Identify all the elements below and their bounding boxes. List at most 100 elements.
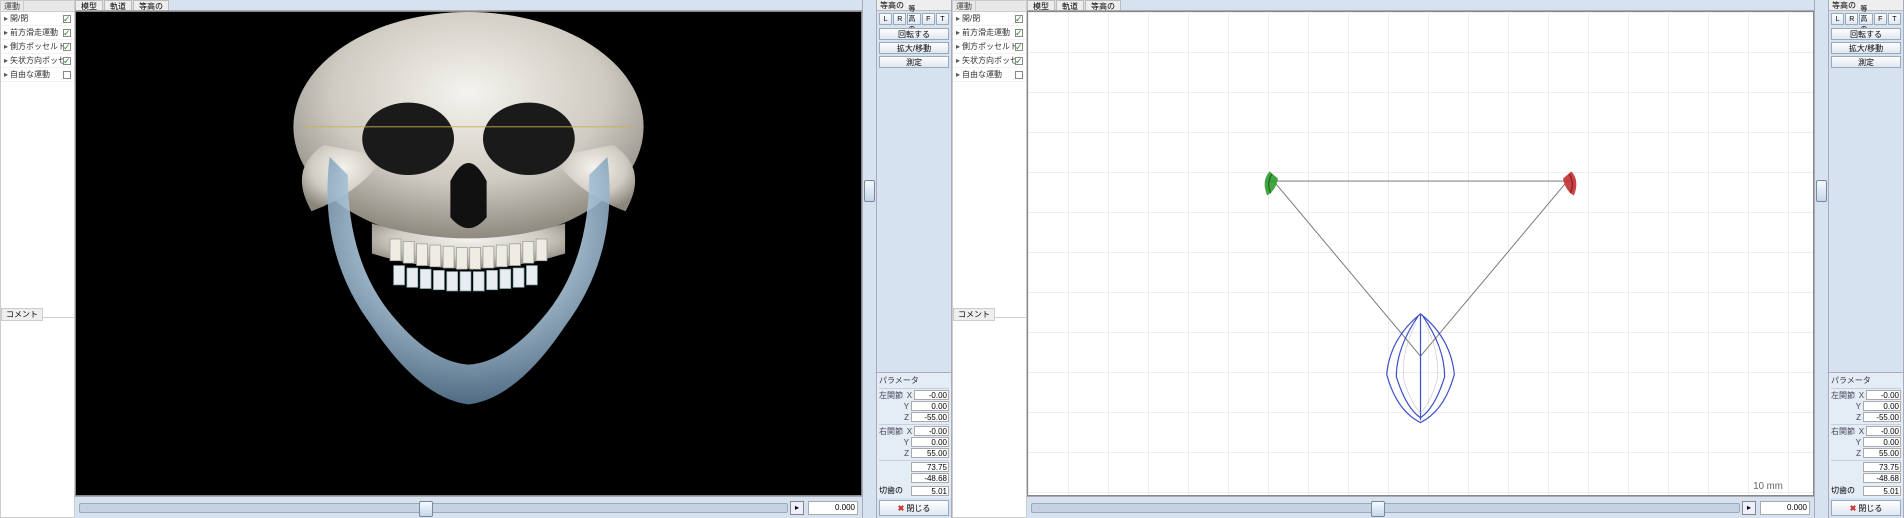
view-iso-button[interactable]: 等高の [1859,13,1872,25]
play-button[interactable]: ▸ [790,501,804,515]
param-value: -0.00 [1866,390,1901,400]
timeline: ▸ 0.000 [1027,496,1814,518]
checkbox[interactable] [63,57,71,65]
param-section-left-joint: 左関節 X-0.00 Y0.00 Z-55.00 [1831,388,1901,422]
checkbox[interactable] [1015,29,1023,37]
checkbox[interactable] [63,71,71,79]
parameters-panel: パラメータ 左関節 X-0.00 Y0.00 Z-55.00 右関節 X-0.0… [1829,372,1903,498]
param-section-right-joint: 右関節 X-0.00 Y0.00 Z55.00 [879,424,949,458]
checklist-row[interactable]: ▸ 側方ポッセルト [1,40,74,54]
comment-tab[interactable]: コメント [1,308,43,321]
zoom-pan-button[interactable]: 拡大/移動 [1831,42,1901,54]
trajectory-viewport[interactable]: 10 mm [1027,11,1814,496]
right-ctrl-column: 等高の L R 等高の F T 回転する 拡大/移動 測定 パラメータ 左関節 … [1828,0,1903,518]
checkbox[interactable] [1015,57,1023,65]
view-T-button[interactable]: T [936,13,949,25]
play-button[interactable]: ▸ [1742,501,1756,515]
scroll-thumb[interactable] [1816,180,1827,202]
expand-icon: ▸ [4,28,8,37]
checkbox[interactable] [1015,15,1023,23]
left-checklist-panel: 運動 ▸ 開/閉 ▸ 前方滑走運動 ▸ 側方ポッセルト ▸ 矢状方向ポッセルト [0,0,75,518]
skull-3d-viewport[interactable] [75,11,862,496]
view-F-button[interactable]: F [1874,13,1887,25]
slider-thumb[interactable] [419,501,433,517]
param-value: 5.01 [911,486,949,496]
view-tab[interactable]: 軌道 [104,0,132,10]
view-axis-buttons: L R 等高の F T [877,11,951,27]
close-button[interactable]: ✖ 閉じる [879,500,949,516]
param-value: -48.68 [911,473,949,483]
expand-icon: ▸ [956,42,960,51]
checklist-body: ▸ 開/閉 ▸ 前方滑走運動 ▸ 側方ポッセルト ▸ 矢状方向ポッセルト ▸ [953,12,1026,317]
view-tabs: 模型 軌道 等高の [75,0,862,11]
checklist-row[interactable]: ▸ 前方滑走運動 [1,26,74,40]
expand-icon: ▸ [4,56,8,65]
view-L-button[interactable]: L [879,13,892,25]
param-value: 0.00 [911,437,949,447]
checkbox[interactable] [1015,71,1023,79]
measure-button[interactable]: 測定 [879,56,949,68]
view-R-button[interactable]: R [893,13,906,25]
checklist-row[interactable]: ▸ 側方ポッセルト [953,40,1026,54]
view-tab[interactable]: 等高の [1085,0,1121,10]
expand-icon: ▸ [956,28,960,37]
expand-icon: ▸ [4,70,8,79]
view-iso-button[interactable]: 等高の [907,13,920,25]
param-value: -55.00 [911,412,949,422]
checklist-row[interactable]: ▸ 開/閉 [953,12,1026,26]
checkbox[interactable] [63,29,71,37]
comment-panel: コメント [953,317,1026,517]
left-view-area: 模型 軌道 等高の [75,0,862,518]
view-tab[interactable]: 軌道 [1056,0,1084,10]
close-button[interactable]: ✖ 閉じる [1831,500,1901,516]
param-section-extra: 73.75 -48.68 [879,460,949,483]
params-title: パラメータ [879,375,949,386]
incisal-angle-row: 切歯の 5.01 [879,485,949,496]
timeline-slider[interactable] [79,503,788,513]
viewport-vscroll[interactable] [1814,0,1828,518]
timeline: ▸ 0.000 [75,496,862,518]
rotate-button[interactable]: 回転する [1831,28,1901,40]
checklist-row[interactable]: ▸ 矢状方向ポッセルト [953,54,1026,68]
time-readout: 0.000 [1760,501,1810,515]
checklist-row[interactable]: ▸ 矢状方向ポッセルト [1,54,74,68]
params-title: パラメータ [1831,375,1901,386]
timeline-slider[interactable] [1031,503,1740,513]
checkbox[interactable] [1015,43,1023,51]
view-tab[interactable]: 模型 [75,0,103,10]
left-pane: 運動 ▸ 開/閉 ▸ 前方滑走運動 ▸ 側方ポッセルト ▸ 矢状方向ポッセルト [0,0,952,518]
checklist-row[interactable]: ▸ 前方滑走運動 [953,26,1026,40]
checklist-tab[interactable]: 運動 [1,1,24,11]
view-tab[interactable]: 模型 [1027,0,1055,10]
view-tab[interactable]: 等高の [133,0,169,10]
checklist-row[interactable]: ▸ 開/閉 [1,12,74,26]
svg-text:10 mm: 10 mm [1753,481,1783,492]
measure-button[interactable]: 測定 [1831,56,1901,68]
checklist-row[interactable]: ▸ 自由な運動 [1,68,74,82]
view-tabs: 模型 軌道 等高の [1027,0,1814,11]
view-T-button[interactable]: T [1888,13,1901,25]
view-R-button[interactable]: R [1845,13,1858,25]
time-readout: 0.000 [808,501,858,515]
comment-tab[interactable]: コメント [953,308,995,321]
viewport-vscroll[interactable] [862,0,876,518]
expand-icon: ▸ [4,14,8,23]
param-value: 0.00 [1863,401,1901,411]
param-value: 73.75 [1863,462,1901,472]
param-section-left-joint: 左関節 X-0.00 Y0.00 Z-55.00 [879,388,949,422]
scroll-thumb[interactable] [864,180,875,202]
checklist-row[interactable]: ▸ 自由な運動 [953,68,1026,82]
param-value: -0.00 [914,426,949,436]
zoom-pan-button[interactable]: 拡大/移動 [879,42,949,54]
checkbox[interactable] [63,43,71,51]
view-F-button[interactable]: F [922,13,935,25]
close-icon: ✖ [1850,504,1857,513]
rotate-button[interactable]: 回転する [879,28,949,40]
checklist-tab[interactable]: 運動 [953,1,976,11]
view-axis-buttons: L R 等高の F T [1829,11,1903,27]
view-L-button[interactable]: L [1831,13,1844,25]
comment-panel: コメント [1,317,74,517]
slider-thumb[interactable] [1371,501,1385,517]
param-section-extra: 73.75 -48.68 [1831,460,1901,483]
checkbox[interactable] [63,15,71,23]
